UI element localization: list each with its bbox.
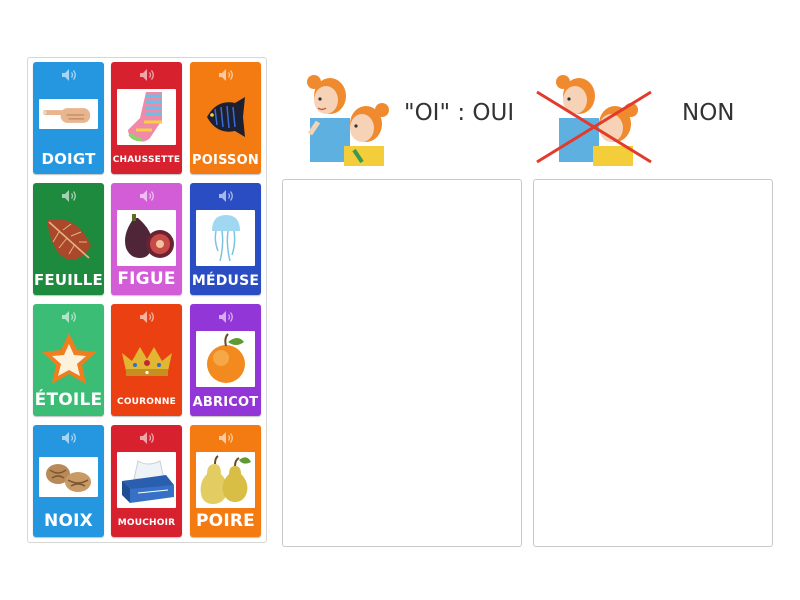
walnuts-image — [39, 457, 98, 497]
star-image — [39, 331, 98, 387]
speaker-icon[interactable] — [190, 189, 261, 203]
card-label: NOIX — [44, 511, 93, 531]
speaker-icon[interactable] — [111, 68, 182, 82]
drop-zone-yes[interactable] — [282, 179, 522, 547]
drop-zone-no[interactable] — [533, 179, 773, 547]
card-feuille[interactable]: FEUILLE — [33, 183, 104, 295]
tissue-box-image — [117, 452, 176, 508]
card-label: ABRICOT — [192, 395, 259, 410]
pointing-finger-image — [39, 99, 98, 129]
card-figue[interactable]: FIGUE — [111, 183, 182, 295]
speaker-icon[interactable] — [33, 189, 104, 203]
card-label: CHAUSSETTE — [112, 155, 181, 165]
pears-image — [196, 452, 255, 508]
striped-sock-image — [117, 89, 176, 145]
speaker-icon[interactable] — [33, 310, 104, 324]
card-label: MÉDUSE — [191, 273, 260, 289]
speaker-icon[interactable] — [33, 68, 104, 82]
speaker-icon[interactable] — [111, 310, 182, 324]
speaker-icon[interactable] — [190, 310, 261, 324]
autumn-leaf-image — [39, 210, 98, 266]
speaker-icon[interactable] — [111, 431, 182, 445]
card-label: ÉTOILE — [34, 390, 103, 410]
card-couronne[interactable]: COURONNE — [111, 304, 182, 416]
card-label: POIRE — [196, 511, 255, 531]
apricot-image — [196, 331, 255, 387]
speaker-icon[interactable] — [190, 68, 261, 82]
card-mouchoir[interactable]: MOUCHOIR — [111, 425, 182, 537]
card-label: FIGUE — [117, 269, 176, 289]
group-header-yes: "OI" : OUI — [296, 66, 522, 166]
card-chaussette[interactable]: CHAUSSETTE — [111, 62, 182, 174]
jellyfish-image — [196, 210, 255, 266]
card-label: MOUCHOIR — [117, 518, 176, 528]
speaker-icon[interactable] — [111, 189, 182, 203]
group-label-no: NON — [682, 100, 735, 126]
card-abricot[interactable]: ABRICOT — [190, 304, 261, 416]
crown-image — [117, 331, 176, 387]
card-label: FEUILLE — [33, 271, 104, 289]
group-header-no: NON — [533, 66, 773, 166]
card-etoile[interactable]: ÉTOILE — [33, 304, 104, 416]
speaker-icon[interactable] — [33, 431, 104, 445]
fish-image — [196, 89, 255, 145]
girls-whispering-crossed-image — [536, 75, 652, 166]
girls-whispering-image — [307, 75, 389, 166]
card-label: POISSON — [192, 153, 259, 168]
card-doigt[interactable]: DOIGT — [33, 62, 104, 174]
speaker-icon[interactable] — [190, 431, 261, 445]
figs-image — [117, 210, 176, 266]
card-meduse[interactable]: MÉDUSE — [190, 183, 261, 295]
card-label: DOIGT — [41, 150, 96, 168]
card-poisson[interactable]: POISSON — [190, 62, 261, 174]
group-label-yes: "OI" : OUI — [404, 100, 515, 126]
card-noix[interactable]: NOIX — [33, 425, 104, 537]
card-poire[interactable]: POIRE — [190, 425, 261, 537]
card-label: COURONNE — [117, 397, 176, 407]
